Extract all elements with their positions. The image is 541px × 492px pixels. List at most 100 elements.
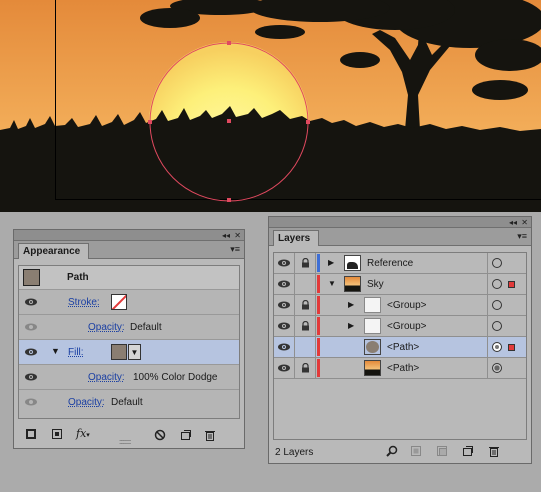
expand-triangle-icon[interactable]: ▶ xyxy=(348,321,354,330)
artwork xyxy=(0,0,541,212)
tab-appearance-label: Appearance xyxy=(23,246,81,257)
close-panel-icon[interactable]: ✕ xyxy=(521,217,528,228)
stroke-swatch[interactable] xyxy=(111,294,127,310)
appearance-row-stroke[interactable]: Stroke: xyxy=(19,290,239,315)
layer-name[interactable]: Reference xyxy=(367,258,413,269)
target-appearance-icon[interactable] xyxy=(492,363,502,373)
visibility-eye-icon[interactable] xyxy=(25,398,37,406)
create-sublayer-icon[interactable] xyxy=(436,445,448,457)
column-divider xyxy=(315,274,316,294)
stroke-label[interactable]: Stroke: xyxy=(68,297,100,308)
add-new-fill-icon[interactable] xyxy=(52,429,62,439)
selection-indicator[interactable] xyxy=(508,281,515,288)
appearance-row-fill[interactable]: ▼ Fill: ▼ xyxy=(19,340,239,365)
lock-icon[interactable] xyxy=(301,321,310,331)
column-divider xyxy=(487,253,488,273)
collapse-panel-icon[interactable]: ◂◂ xyxy=(509,217,517,228)
panel-titlebar[interactable]: ◂◂ ✕ xyxy=(14,230,244,241)
target-appearance-icon[interactable] xyxy=(492,258,502,268)
layer-name[interactable]: <Path> xyxy=(387,363,419,374)
add-new-stroke-icon[interactable] xyxy=(26,429,36,439)
appearance-row-stroke-opacity[interactable]: Opacity: Default xyxy=(19,315,239,340)
layer-row[interactable]: ▶ <Group> xyxy=(274,316,526,337)
visibility-eye-icon[interactable] xyxy=(25,348,37,356)
selection-indicator[interactable] xyxy=(508,344,515,351)
expand-triangle-icon[interactable]: ▶ xyxy=(348,300,354,309)
clear-appearance-icon[interactable] xyxy=(154,429,166,441)
visibility-eye-icon[interactable] xyxy=(278,364,290,372)
tab-layers[interactable]: Layers xyxy=(273,230,320,246)
column-divider xyxy=(315,358,316,378)
appearance-row-fill-opacity[interactable]: Opacity: 100% Color Dodge xyxy=(19,365,239,390)
layer-count: 2 Layers xyxy=(275,447,314,458)
expand-triangle-icon[interactable]: ▶ xyxy=(328,258,334,267)
fx-label: fx xyxy=(76,427,87,440)
resize-grip[interactable]: :::::::::::: xyxy=(119,439,131,446)
artboard-canvas[interactable] xyxy=(0,0,541,212)
layer-row[interactable]: <Path> xyxy=(274,358,526,379)
target-appearance-icon[interactable] xyxy=(492,279,502,289)
layer-name[interactable]: <Group> xyxy=(387,321,426,332)
lock-icon[interactable] xyxy=(301,258,310,268)
add-effect-fx-icon[interactable]: fx▾ xyxy=(76,427,90,440)
panel-menu-icon[interactable]: ▾≡ xyxy=(230,245,240,254)
column-divider xyxy=(315,253,316,273)
column-divider xyxy=(294,358,295,378)
collapse-panel-icon[interactable]: ◂◂ xyxy=(222,230,230,241)
fill-swatch-dropdown[interactable]: ▼ xyxy=(128,344,141,360)
column-divider xyxy=(487,358,488,378)
appearance-row-object-opacity[interactable]: Opacity: Default xyxy=(19,390,239,415)
target-appearance-icon[interactable] xyxy=(492,321,502,331)
column-divider xyxy=(487,274,488,294)
appearance-header-row: Path xyxy=(19,266,239,290)
stroke-opacity-label[interactable]: Opacity: xyxy=(88,322,125,333)
layer-thumbnail xyxy=(364,318,381,334)
appearance-footer: fx▾ :::::::::::: xyxy=(14,422,244,448)
duplicate-item-icon[interactable] xyxy=(180,429,192,441)
layer-thumbnail xyxy=(344,255,361,271)
column-divider xyxy=(294,337,295,357)
visibility-eye-icon[interactable] xyxy=(25,373,37,381)
lock-icon[interactable] xyxy=(301,363,310,373)
delete-item-icon[interactable] xyxy=(204,429,216,441)
panel-menu-icon[interactable]: ▾≡ xyxy=(517,232,527,241)
column-divider xyxy=(487,337,488,357)
tab-appearance[interactable]: Appearance xyxy=(18,243,90,259)
visibility-eye-icon[interactable] xyxy=(278,280,290,288)
visibility-eye-icon[interactable] xyxy=(278,301,290,309)
visibility-eye-icon[interactable] xyxy=(278,343,290,351)
expand-triangle-icon[interactable]: ▼ xyxy=(51,346,60,356)
appearance-panel: ◂◂ ✕ Appearance ▾≡ Path Stroke: Opacity:… xyxy=(13,229,245,449)
create-new-layer-icon[interactable] xyxy=(462,445,474,457)
layer-row[interactable]: <Path> xyxy=(274,337,526,358)
panel-titlebar[interactable]: ◂◂ ✕ xyxy=(269,217,531,228)
fill-label[interactable]: Fill: xyxy=(68,347,84,358)
visibility-eye-icon[interactable] xyxy=(278,259,290,267)
layer-row[interactable]: ▶ <Group> xyxy=(274,295,526,316)
locate-object-icon[interactable] xyxy=(386,445,398,457)
column-divider xyxy=(315,337,316,357)
layer-row[interactable]: ▼ Sky xyxy=(274,274,526,295)
layer-name[interactable]: <Group> xyxy=(387,300,426,311)
layer-color-bar xyxy=(317,359,320,377)
fill-opacity-label[interactable]: Opacity: xyxy=(88,372,125,383)
layer-name[interactable]: Sky xyxy=(367,279,384,290)
layer-color-bar xyxy=(317,317,320,335)
make-clipping-mask-icon[interactable] xyxy=(410,445,422,457)
visibility-eye-icon[interactable] xyxy=(25,298,37,306)
close-panel-icon[interactable]: ✕ xyxy=(234,230,241,241)
visibility-eye-icon[interactable] xyxy=(278,322,290,330)
layer-thumbnail xyxy=(364,360,381,376)
target-appearance-icon[interactable] xyxy=(492,300,502,310)
collapse-triangle-icon[interactable]: ▼ xyxy=(328,279,336,288)
lock-icon[interactable] xyxy=(301,300,310,310)
target-appearance-icon[interactable] xyxy=(492,342,502,352)
layer-name[interactable]: <Path> xyxy=(387,342,419,353)
stroke-opacity-value: Default xyxy=(130,322,162,333)
layer-row[interactable]: ▶ Reference xyxy=(274,253,526,274)
delete-layer-icon[interactable] xyxy=(488,445,500,457)
object-opacity-label[interactable]: Opacity: xyxy=(68,397,105,408)
layers-footer: 2 Layers xyxy=(269,441,531,463)
visibility-eye-icon[interactable] xyxy=(25,323,37,331)
fill-swatch[interactable] xyxy=(111,344,127,360)
